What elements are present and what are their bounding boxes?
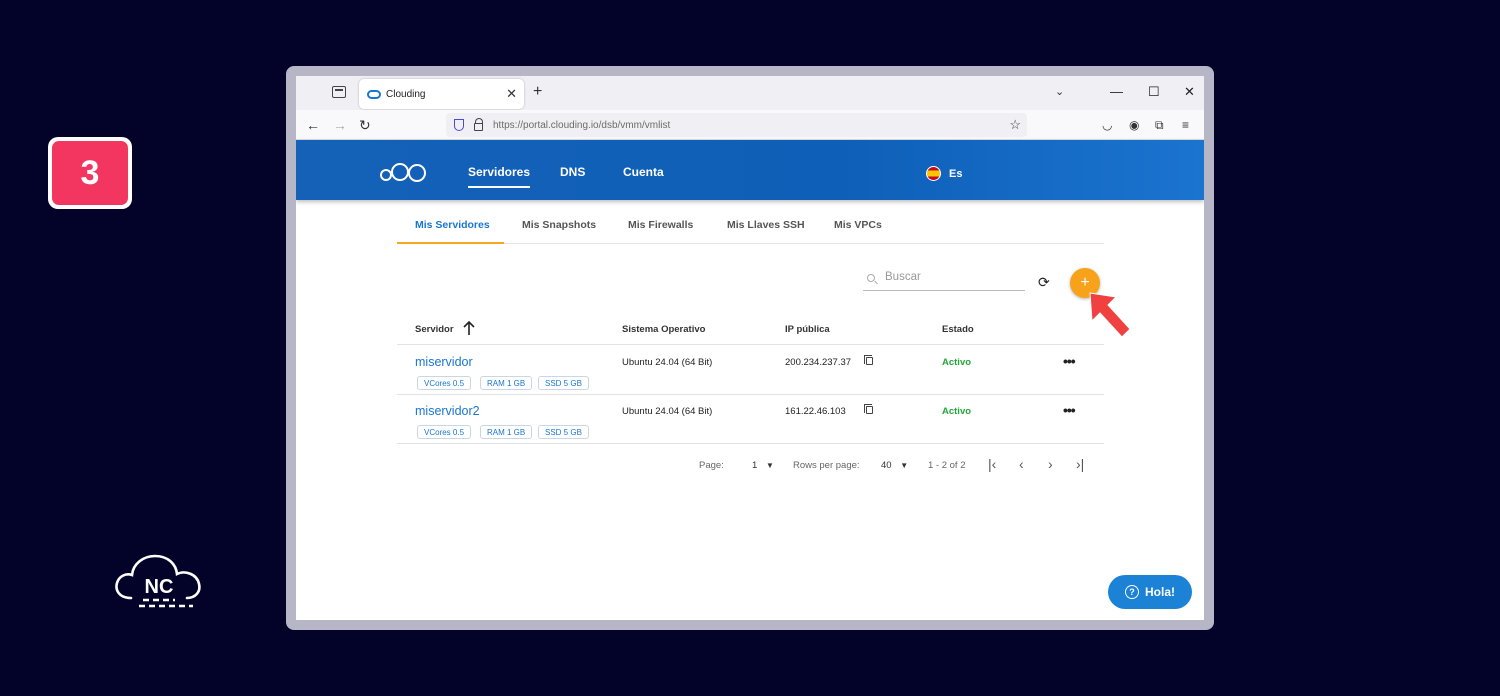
rows-per-page-select[interactable]: 40 ▼ (881, 460, 908, 471)
server-name-link[interactable]: miservidor2 (415, 404, 480, 418)
more-options-icon[interactable]: ••• (1063, 402, 1076, 418)
ip-cell: 161.22.46.103 (785, 406, 846, 417)
minimize-button[interactable]: — (1110, 84, 1123, 99)
spain-flag-icon (926, 166, 941, 181)
clouding-logo-icon[interactable] (380, 160, 428, 184)
back-arrow-icon[interactable]: ← (306, 117, 320, 133)
close-window-button[interactable]: ✕ (1184, 84, 1195, 100)
table-row[interactable]: miservidor VCores 0.5 RAM 1 GB SSD 5 GB … (296, 345, 1204, 394)
nav-cuenta[interactable]: Cuenta (623, 165, 664, 179)
previous-page-icon[interactable]: ‹ (1019, 456, 1024, 472)
help-icon: ? (1125, 585, 1139, 599)
copy-icon[interactable] (864, 404, 873, 414)
spec-vcores-tag: VCores 0.5 (417, 425, 472, 439)
shield-icon[interactable] (454, 119, 464, 131)
search-input[interactable] (885, 271, 1020, 283)
caret-down-icon: ▼ (765, 461, 774, 470)
lock-icon[interactable] (474, 117, 483, 131)
browser-window: Clouding ✕ + ⌄ — ☐ ✕ ← → ↻ https://porta… (296, 76, 1204, 620)
new-tab-button[interactable]: + (533, 83, 542, 101)
spec-vcores-tag: VCores 0.5 (417, 376, 472, 390)
browser-tab[interactable]: Clouding ✕ (359, 79, 524, 109)
status-badge: Activo (942, 406, 972, 417)
page-value: 1 (752, 460, 758, 471)
last-page-icon[interactable]: ›| (1076, 456, 1084, 472)
first-page-icon[interactable]: |‹ (988, 456, 996, 472)
menu-icon[interactable]: ≡ (1182, 118, 1189, 132)
subtabs: Mis Servidores Mis Snapshots Mis Firewal… (397, 216, 1104, 244)
extensions-icon[interactable]: ⧉ (1155, 118, 1164, 133)
browser-toolbar: ← → ↻ https://portal.clouding.io/dsb/vmm… (296, 110, 1204, 140)
tab-list-icon[interactable] (332, 86, 346, 98)
copy-icon[interactable] (864, 355, 873, 365)
account-icon[interactable]: ◉ (1129, 118, 1139, 132)
url-text[interactable]: https://portal.clouding.io/dsb/vmm/vmlis… (493, 120, 1009, 131)
spec-ram-tag: RAM 1 GB (480, 425, 533, 439)
address-bar[interactable]: https://portal.clouding.io/dsb/vmm/vmlis… (446, 113, 1027, 137)
forward-arrow-icon[interactable]: → (333, 117, 347, 133)
column-header-ip-publica[interactable]: IP pública (785, 324, 830, 335)
rows-per-page-value: 40 (881, 460, 892, 471)
reload-icon[interactable]: ↻ (359, 117, 371, 134)
tab-mis-llaves-ssh[interactable]: Mis Llaves SSH (727, 219, 805, 231)
tab-mis-servidores[interactable]: Mis Servidores (415, 219, 490, 231)
spec-ram-tag: RAM 1 GB (480, 376, 533, 390)
next-page-icon[interactable]: › (1048, 456, 1053, 472)
os-cell: Ubuntu 24.04 (64 Bit) (622, 357, 713, 368)
tab-title: Clouding (386, 88, 426, 100)
tab-mis-firewalls[interactable]: Mis Firewalls (628, 219, 693, 231)
chevron-down-icon[interactable]: ⌄ (1055, 85, 1064, 98)
tab-mis-vpcs[interactable]: Mis VPCs (834, 219, 882, 231)
nav-dns[interactable]: DNS (560, 165, 585, 179)
tab-mis-snapshots[interactable]: Mis Snapshots (522, 219, 596, 231)
table-row[interactable]: miservidor2 VCores 0.5 RAM 1 GB SSD 5 GB… (296, 394, 1204, 443)
maximize-button[interactable]: ☐ (1148, 84, 1160, 100)
tab-close-icon[interactable]: ✕ (506, 86, 517, 102)
tab-bar: Clouding ✕ + ⌄ — ☐ ✕ (296, 76, 1204, 110)
clouding-favicon-icon (367, 89, 381, 99)
ip-cell: 200.234.237.37 (785, 357, 852, 368)
chat-button[interactable]: ? Hola! (1108, 575, 1192, 609)
more-options-icon[interactable]: ••• (1063, 353, 1076, 369)
column-header-estado[interactable]: Estado (942, 324, 974, 335)
column-header-sistema-operativo[interactable]: Sistema Operativo (622, 324, 705, 335)
pagination-range: 1 - 2 of 2 (928, 460, 966, 471)
language-label: Es (949, 167, 963, 180)
status-badge: Activo (942, 357, 972, 368)
step-number: 3 (52, 141, 128, 205)
screenshot-frame: Clouding ✕ + ⌄ — ☐ ✕ ← → ↻ https://porta… (286, 66, 1214, 630)
step-badge: 3 (48, 137, 132, 209)
spec-ssd-tag: SSD 5 GB (538, 376, 589, 390)
nc-logo: NC (113, 550, 205, 610)
page-label: Page: (699, 460, 724, 471)
rows-per-page-label: Rows per page: (793, 460, 860, 471)
table-divider (397, 443, 1104, 444)
os-cell: Ubuntu 24.04 (64 Bit) (622, 406, 713, 417)
star-icon[interactable]: ☆ (1009, 117, 1021, 133)
chat-label: Hola! (1145, 585, 1175, 599)
column-header-servidor[interactable]: Servidor (415, 324, 454, 335)
caret-down-icon: ▼ (900, 461, 909, 470)
cloud-icon: NC (115, 554, 201, 608)
active-tab-indicator (397, 242, 504, 244)
pocket-icon[interactable]: ◡ (1102, 118, 1112, 132)
nav-servidores[interactable]: Servidores (468, 165, 531, 188)
search-icon (867, 274, 875, 282)
search-box[interactable] (863, 269, 1025, 291)
nc-logo-text: NC (145, 576, 174, 598)
sort-ascending-icon[interactable] (463, 320, 475, 336)
site-header: Servidores DNS Cuenta Es (296, 140, 1204, 200)
page-select[interactable]: 1 ▼ (752, 460, 774, 471)
language-selector[interactable]: Es (926, 166, 962, 181)
refresh-icon[interactable]: ⟳ (1038, 274, 1050, 291)
pointer-arrow-icon (1089, 292, 1131, 338)
server-name-link[interactable]: miservidor (415, 355, 473, 369)
spec-ssd-tag: SSD 5 GB (538, 425, 589, 439)
